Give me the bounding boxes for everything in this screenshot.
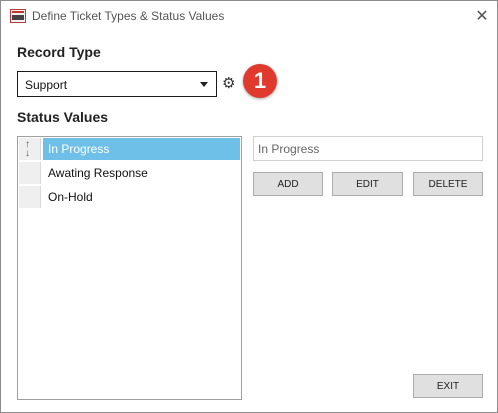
list-item[interactable]: ↑ ↓ In Progress — [18, 137, 241, 161]
close-button[interactable]: ✕ — [467, 1, 497, 31]
up-down-arrows-icon: ↑ ↓ — [25, 139, 30, 159]
drag-handle[interactable] — [19, 186, 41, 208]
list-item-label: In Progress — [43, 138, 240, 160]
status-values-list[interactable]: ↑ ↓ In Progress Awating Response On-Hold — [17, 136, 242, 400]
chevron-down-icon — [200, 82, 208, 87]
list-item[interactable]: Awating Response — [18, 161, 241, 185]
delete-button[interactable]: DELETE — [413, 172, 483, 196]
title-bar: Define Ticket Types & Status Values ✕ — [1, 1, 497, 31]
list-item-label: Awating Response — [48, 166, 148, 180]
record-type-dropdown[interactable]: Support — [17, 71, 217, 97]
list-item-label: On-Hold — [48, 190, 93, 204]
app-icon — [10, 9, 26, 23]
status-values-label: Status Values — [17, 109, 109, 125]
add-button[interactable]: ADD — [253, 172, 323, 196]
dialog-window: Define Ticket Types & Status Values ✕ Re… — [0, 0, 498, 413]
step-number-badge: 1 — [243, 64, 277, 98]
exit-button[interactable]: EXIT — [413, 374, 483, 398]
status-value-input[interactable] — [253, 136, 483, 161]
edit-button[interactable]: EDIT — [332, 172, 403, 196]
gear-icon[interactable]: ⚙ — [222, 76, 235, 91]
window-title: Define Ticket Types & Status Values — [32, 9, 225, 23]
list-item[interactable]: On-Hold — [18, 185, 241, 209]
drag-handle[interactable]: ↑ ↓ — [19, 138, 41, 160]
drag-handle[interactable] — [19, 162, 41, 184]
record-type-label: Record Type — [17, 44, 101, 60]
record-type-value: Support — [25, 78, 68, 92]
